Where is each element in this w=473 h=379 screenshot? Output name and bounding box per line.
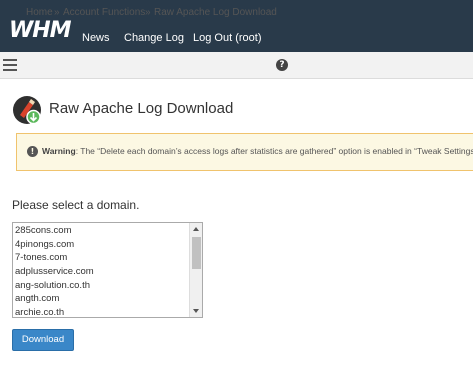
domain-option[interactable]: 7-tones.com (15, 251, 189, 265)
raw-log-download-icon (13, 96, 41, 125)
hamburger-menu-icon[interactable] (3, 59, 17, 71)
scrollbar-thumb[interactable] (192, 237, 201, 269)
domain-option[interactable]: archie.co.th (15, 306, 189, 317)
whm-logo[interactable]: WHM (9, 19, 72, 43)
nav-logout-link[interactable]: Log Out (root) (193, 31, 261, 45)
domain-option[interactable]: adplusservice.com (15, 265, 189, 279)
domain-listbox[interactable]: 285cons.com 4pinongs.com 7-tones.com adp… (12, 222, 203, 318)
breadcrumb-separator: » (54, 7, 60, 18)
domain-select-label: Please select a domain. (12, 198, 140, 212)
listbox-scrollbar[interactable] (189, 223, 202, 317)
help-icon[interactable]: ? (276, 59, 288, 71)
breadcrumb-separator: » (145, 7, 151, 18)
scroll-down-arrow-icon[interactable] (193, 309, 199, 313)
scroll-up-arrow-icon[interactable] (193, 227, 199, 231)
exclamation-icon: ! (27, 146, 38, 157)
domain-option[interactable]: 285cons.com (15, 224, 189, 238)
warning-callout: ! Warning: The “Delete each domain’s acc… (16, 133, 473, 171)
warning-text: Warning: The “Delete each domain’s acces… (42, 146, 473, 157)
breadcrumb-home[interactable]: Home (26, 6, 53, 19)
breadcrumb-current: Raw Apache Log Download (154, 7, 277, 18)
download-button[interactable]: Download (12, 329, 74, 351)
breadcrumb-bar (0, 52, 473, 79)
nav-changelog-link[interactable]: Change Log (124, 31, 184, 45)
domain-option[interactable]: ang-solution.co.th (15, 279, 189, 293)
page-title: Raw Apache Log Download (49, 100, 234, 117)
warning-label: Warning (42, 146, 76, 156)
breadcrumb-account-functions[interactable]: Account Functions (63, 6, 145, 19)
domain-option[interactable]: angth.com (15, 292, 189, 306)
warning-message: : The “Delete each domain’s access logs … (75, 146, 473, 156)
nav-news-link[interactable]: News (82, 31, 110, 45)
domain-option[interactable]: 4pinongs.com (15, 238, 189, 252)
